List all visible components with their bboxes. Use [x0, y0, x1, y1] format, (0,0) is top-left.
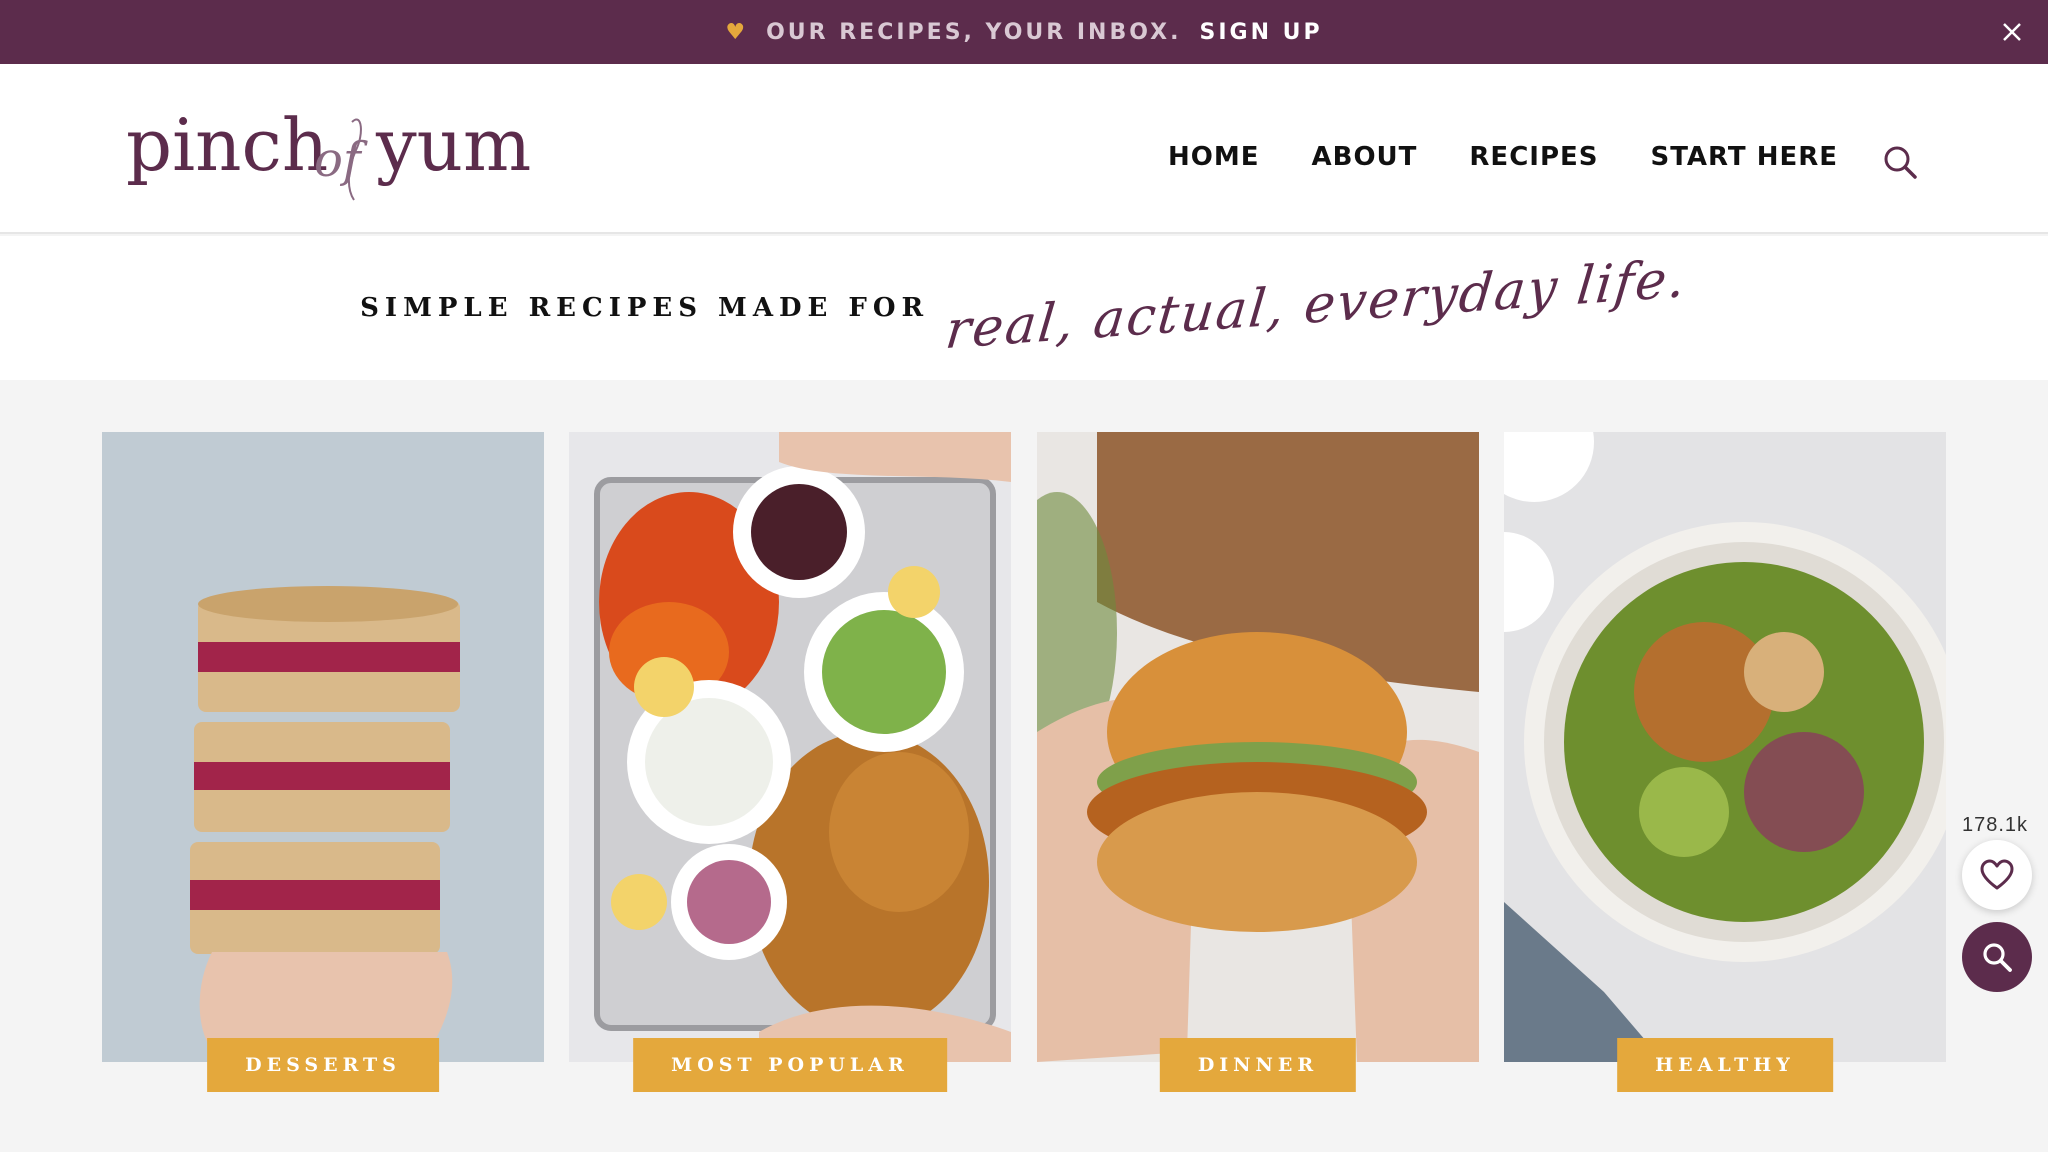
tagline-script: real, actual, everyday life. — [942, 248, 1691, 362]
nav-home[interactable]: HOME — [1168, 142, 1260, 172]
tagline-lead: SIMPLE RECIPES MADE FOR — [360, 293, 930, 323]
signup-link[interactable]: SIGN UP — [1199, 20, 1322, 45]
floating-search-button[interactable] — [1962, 922, 2032, 992]
promo-bar: ♥ OUR RECIPES, YOUR INBOX. SIGN UP — [0, 0, 2048, 64]
healthy-photo — [1504, 432, 1946, 1062]
search-icon[interactable] — [1880, 142, 1920, 182]
favorite-heart-icon — [1980, 859, 2014, 890]
nav-recipes[interactable]: RECIPES — [1469, 142, 1598, 172]
heart-icon: ♥ — [725, 19, 749, 45]
category-label[interactable]: HEALTHY — [1617, 1038, 1833, 1092]
site-header: pinch of yum HOME ABOUT RECIPES START HE… — [0, 64, 2048, 234]
favorite-button[interactable] — [1962, 840, 2032, 910]
category-label[interactable]: MOST POPULAR — [633, 1038, 947, 1092]
nav-about[interactable]: ABOUT — [1312, 142, 1418, 172]
promo-inner: ♥ OUR RECIPES, YOUR INBOX. SIGN UP — [725, 20, 1322, 45]
category-card-most-popular[interactable]: MOST POPULAR — [569, 432, 1011, 1092]
most-popular-photo — [569, 432, 1011, 1062]
tagline: SIMPLE RECIPES MADE FOR real, actual, ev… — [0, 236, 2048, 380]
search-icon — [1983, 943, 2012, 972]
category-card-desserts[interactable]: DESSERTS — [102, 432, 544, 1092]
svg-text:yum: yum — [375, 104, 531, 187]
svg-text:pinch: pinch — [126, 104, 328, 187]
main-nav: HOME ABOUT RECIPES START HERE — [1168, 142, 1838, 172]
desserts-photo — [102, 432, 544, 1062]
favorites-count: 178.1k — [1962, 814, 2029, 836]
nav-start-here[interactable]: START HERE — [1650, 142, 1838, 172]
promo-text: OUR RECIPES, YOUR INBOX. — [766, 19, 1182, 45]
close-icon[interactable] — [1996, 16, 2028, 48]
dinner-photo — [1037, 432, 1479, 1062]
category-card-healthy[interactable]: HEALTHY — [1504, 432, 1946, 1092]
category-label[interactable]: DINNER — [1159, 1038, 1357, 1092]
logo[interactable]: pinch of yum — [126, 103, 546, 204]
category-card-dinner[interactable]: DINNER — [1037, 432, 1479, 1092]
category-label[interactable]: DESSERTS — [207, 1038, 439, 1092]
category-cards: DESSERTS MOST POPULAR DINNER HEALTHY — [102, 432, 1946, 1092]
